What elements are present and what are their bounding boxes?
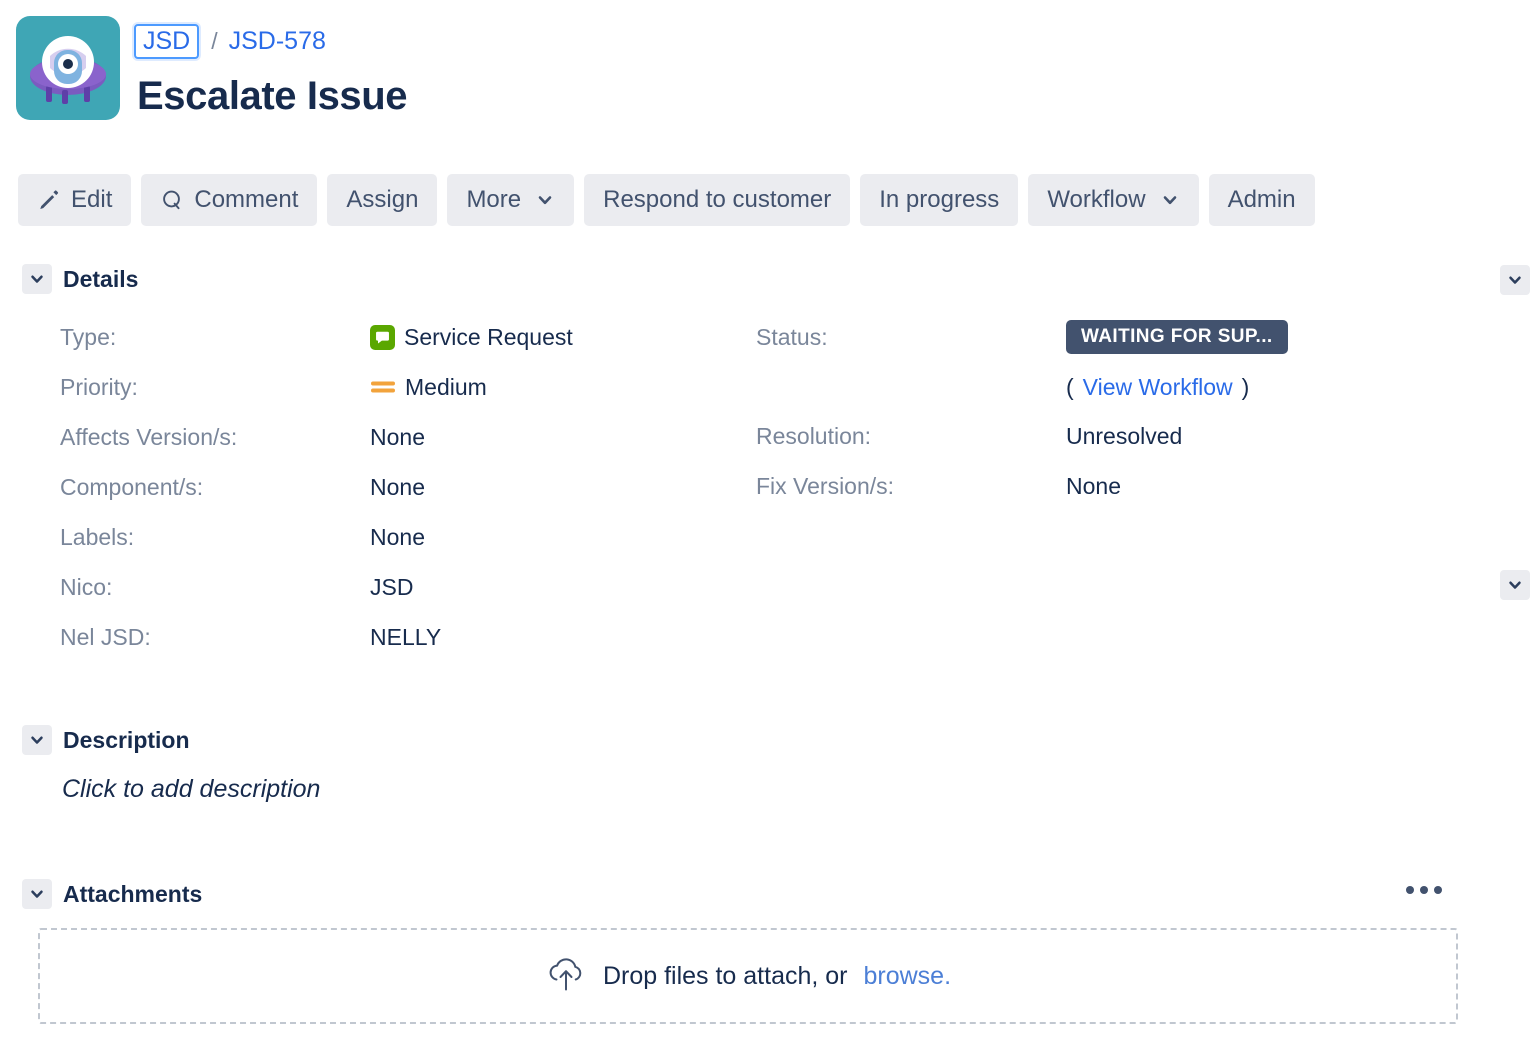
breadcrumb-separator: /: [211, 28, 217, 55]
cloud-upload-icon: [545, 954, 587, 999]
more-options-icon[interactable]: [1400, 880, 1448, 900]
description-collapse-toggle[interactable]: [22, 725, 52, 755]
workflow-paren-open: (: [1066, 374, 1074, 401]
field-nel-jsd: Nel JSD: NELLY: [60, 622, 680, 652]
edit-button-label: Edit: [71, 188, 112, 212]
workflow-paren-close: ): [1242, 374, 1250, 401]
view-workflow-line: ( View Workflow): [1066, 374, 1249, 401]
field-priority-label: Priority:: [60, 374, 138, 401]
field-status: Status: WAITING FOR SUP...: [756, 322, 1396, 352]
pencil-icon: [37, 188, 61, 212]
page-title: Escalate Issue: [137, 72, 407, 120]
field-view-workflow: ( View Workflow): [756, 372, 1396, 402]
field-affects-versions-label: Affects Version/s:: [60, 424, 237, 451]
details-collapse-toggle[interactable]: [22, 264, 52, 294]
field-resolution-value: Unresolved: [1066, 423, 1182, 450]
speech-bubble-icon: [160, 188, 184, 212]
respond-to-customer-button[interactable]: Respond to customer: [584, 174, 850, 226]
field-components-value: None: [370, 474, 425, 501]
attachments-section-title: Attachments: [63, 881, 202, 908]
chevron-down-icon: [1160, 190, 1180, 210]
field-fix-versions: Fix Version/s: None: [756, 471, 1396, 501]
comment-button-label: Comment: [194, 188, 298, 212]
details-section-title: Details: [63, 266, 138, 293]
workflow-button[interactable]: Workflow: [1028, 174, 1198, 226]
dot: [1406, 886, 1414, 894]
field-components-label: Component/s:: [60, 474, 203, 501]
view-workflow-link[interactable]: View Workflow: [1083, 374, 1233, 401]
dot: [1420, 886, 1428, 894]
field-components: Component/s: None: [60, 472, 680, 502]
field-resolution: Resolution: Unresolved: [756, 421, 1396, 451]
field-labels-label: Labels:: [60, 524, 134, 551]
ufo-avatar-icon: [16, 16, 120, 120]
field-nel-jsd-value: NELLY: [370, 624, 441, 651]
more-button-label: More: [466, 188, 521, 212]
details-section-header: Details: [22, 264, 138, 294]
field-status-value: WAITING FOR SUP...: [1066, 320, 1288, 354]
more-button[interactable]: More: [447, 174, 574, 226]
field-labels: Labels: None: [60, 522, 680, 552]
people-edge-chevron[interactable]: [1500, 570, 1530, 600]
chevron-down-icon: [535, 190, 555, 210]
attachment-dropzone[interactable]: Drop files to attach, or browse.: [38, 928, 1458, 1024]
field-resolution-label: Resolution:: [756, 423, 871, 450]
description-placeholder[interactable]: Click to add description: [62, 775, 320, 804]
field-nico-value: JSD: [370, 574, 413, 601]
field-status-label: Status:: [756, 324, 828, 351]
browse-link[interactable]: browse.: [864, 962, 952, 991]
comment-button[interactable]: Comment: [141, 174, 317, 226]
field-nel-jsd-label: Nel JSD:: [60, 624, 151, 651]
assign-button-label: Assign: [346, 188, 418, 212]
edit-button[interactable]: Edit: [18, 174, 131, 226]
respond-to-customer-label: Respond to customer: [603, 188, 831, 212]
field-type-text: Service Request: [404, 324, 573, 351]
field-fix-versions-value: None: [1066, 473, 1121, 500]
breadcrumb: JSD / JSD-578: [134, 24, 326, 59]
dot: [1434, 886, 1442, 894]
admin-button[interactable]: Admin: [1209, 174, 1315, 226]
breadcrumb-issue-link[interactable]: JSD-578: [229, 27, 326, 56]
field-fix-versions-label: Fix Version/s:: [756, 473, 894, 500]
field-nico: Nico: JSD: [60, 572, 680, 602]
field-priority: Priority: Medium: [60, 372, 680, 402]
attachments-section-header: Attachments: [22, 879, 202, 909]
attachments-collapse-toggle[interactable]: [22, 879, 52, 909]
priority-medium-icon: [370, 377, 396, 397]
description-section-title: Description: [63, 727, 190, 754]
field-type-value: Service Request: [370, 324, 573, 351]
field-affects-versions-value: None: [370, 424, 425, 451]
field-priority-value: Medium: [370, 374, 487, 401]
field-priority-text: Medium: [405, 374, 487, 401]
in-progress-button[interactable]: In progress: [860, 174, 1018, 226]
in-progress-label: In progress: [879, 188, 999, 212]
details-edge-chevron[interactable]: [1500, 265, 1530, 295]
breadcrumb-project-link[interactable]: JSD: [134, 24, 199, 59]
assign-button[interactable]: Assign: [327, 174, 437, 226]
field-type: Type: Service Request: [60, 322, 680, 352]
field-type-label: Type:: [60, 324, 116, 351]
issue-action-toolbar: Edit Comment Assign More Respond to cust…: [18, 174, 1315, 226]
field-nico-label: Nico:: [60, 574, 112, 601]
status-badge[interactable]: WAITING FOR SUP...: [1066, 320, 1288, 354]
workflow-button-label: Workflow: [1047, 188, 1145, 212]
description-section-header: Description: [22, 725, 190, 755]
service-request-icon: [370, 325, 395, 350]
dropzone-text: Drop files to attach, or: [603, 962, 848, 991]
field-affects-versions: Affects Version/s: None: [60, 422, 680, 452]
field-labels-value: None: [370, 524, 425, 551]
jira-issue-page: JSD / JSD-578 Escalate Issue Edit Commen…: [0, 0, 1534, 1052]
admin-button-label: Admin: [1228, 188, 1296, 212]
